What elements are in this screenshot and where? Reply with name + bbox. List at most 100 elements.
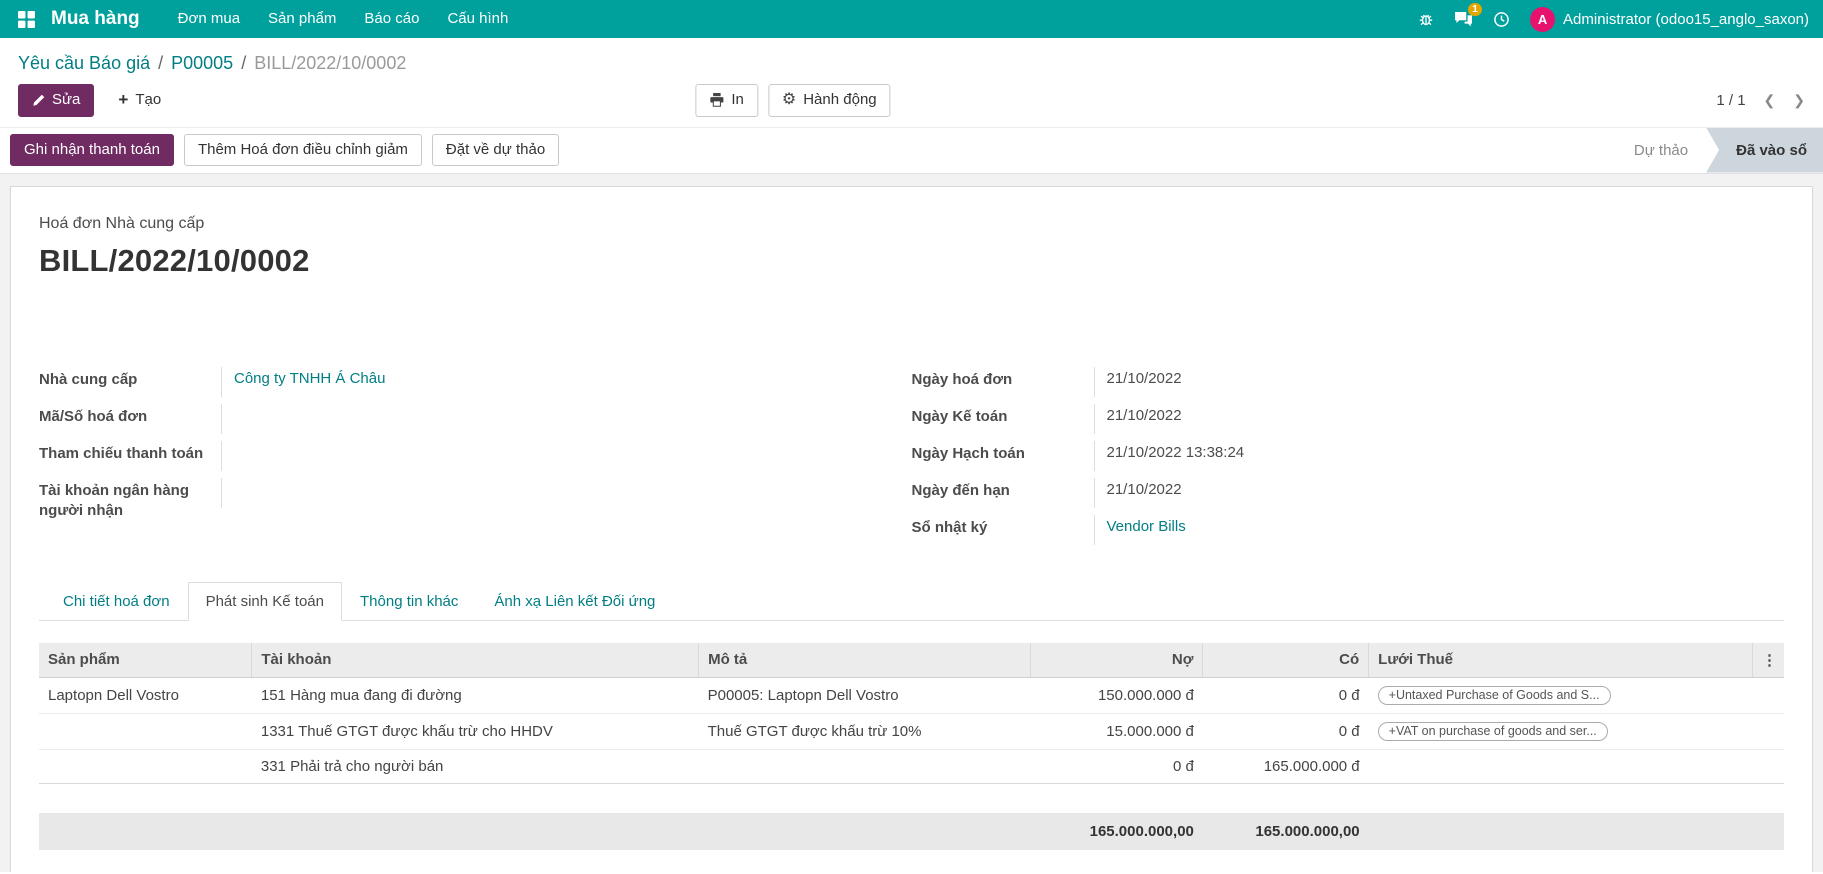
field-recipient-bank: Tài khoản ngân hàng người nhận [39,478,912,525]
cell-debit[interactable]: 0 đ [1030,749,1203,783]
app-name[interactable]: Mua hàng [51,8,140,30]
topbar-left: Mua hàng Đơn mua Sản phẩm Báo cáo Cấu hì… [10,0,522,38]
cell-tax-grid[interactable]: +VAT on purchase of goods and ser... [1369,713,1753,749]
cell-credit[interactable]: 165.000.000 đ [1203,749,1369,783]
field-bill-date-label: Ngày hoá đơn [912,367,1094,393]
menu-don-mua[interactable]: Đơn mua [164,0,254,38]
add-credit-note-button[interactable]: Thêm Hoá đơn điều chỉnh giảm [184,134,422,167]
tab-journal-items[interactable]: Phát sinh Kế toán [188,582,342,621]
tab-counterpart-mapping[interactable]: Ánh xạ Liên kết Đối ứng [476,582,673,621]
field-bill-reference: Mã/Số hoá đơn [39,404,912,441]
tab-other-info[interactable]: Thông tin khác [342,582,476,621]
gear-icon: ⚙ [782,92,796,108]
control-panel: Sửa + Tạo In ⚙ Hành động 1 / 1 ❮ ❯ [0,78,1823,128]
tab-invoice-lines[interactable]: Chi tiết hoá đơn [45,582,188,621]
activities-icon[interactable] [1483,0,1520,38]
field-payment-reference-label: Tham chiếu thanh toán [39,441,221,467]
create-button[interactable]: + Tạo [104,84,175,117]
status-step-posted[interactable]: Đã vào sổ [1706,128,1823,173]
field-vendor-value[interactable]: Công ty TNHH Á Châu [221,367,912,397]
cell-credit[interactable]: 0 đ [1203,713,1369,749]
notebook-tabs: Chi tiết hoá đơn Phát sinh Kế toán Thông… [39,582,1784,621]
breadcrumb-po[interactable]: P00005 [171,53,233,74]
cell-debit[interactable]: 15.000.000 đ [1030,713,1203,749]
debug-icon[interactable] [1408,0,1444,38]
tax-tag: +Untaxed Purchase of Goods and S... [1378,686,1611,705]
breadcrumb-current: BILL/2022/10/0002 [254,53,406,74]
table-row[interactable]: 331 Phải trả cho người bán 0 đ 165.000.0… [39,749,1784,783]
pager-value: 1 / 1 [1716,92,1745,109]
menu-san-pham[interactable]: Sản phẩm [254,0,350,38]
field-vendor: Nhà cung cấp Công ty TNHH Á Châu [39,367,912,404]
column-header-product[interactable]: Sản phẩm [39,643,252,678]
cell-credit[interactable]: 0 đ [1203,677,1369,713]
column-header-debit[interactable]: Nợ [1030,643,1203,678]
optional-columns-icon[interactable]: ⋮ [1753,643,1784,678]
cell-debit[interactable]: 150.000.000 đ [1030,677,1203,713]
journal-items-table: Sản phẩm Tài khoản Mô tả Nợ Có Lưới Thuế… [39,643,1784,851]
field-bill-date-value: 21/10/2022 [1094,367,1785,397]
field-posting-date: Ngày Hạch toán 21/10/2022 13:38:24 [912,441,1785,478]
cell-tax-grid[interactable] [1369,749,1753,783]
cell-tax-grid[interactable]: +Untaxed Purchase of Goods and S... [1369,677,1753,713]
breadcrumb-separator: / [158,53,163,74]
table-totals-row: 165.000.000,00 165.000.000,00 [39,813,1784,850]
cell-description[interactable]: Thuế GTGT được khấu trừ 10% [699,713,1031,749]
column-header-credit[interactable]: Có [1203,643,1369,678]
column-header-account[interactable]: Tài khoản [252,643,699,678]
cell-account[interactable]: 331 Phải trả cho người bán [252,749,699,783]
plus-icon: + [118,93,128,107]
printer-icon [709,93,724,107]
cell-product[interactable] [39,749,252,783]
cell-blank [1753,749,1784,783]
pager-next-icon[interactable]: ❯ [1793,92,1805,109]
breadcrumb-rfq[interactable]: Yêu cầu Báo giá [18,53,150,74]
table-row[interactable]: 1331 Thuế GTGT được khấu trừ cho HHDV Th… [39,713,1784,749]
status-step-draft[interactable]: Dự thảo [1616,128,1706,173]
field-journal-value[interactable]: Vendor Bills [1094,515,1785,545]
cell-product[interactable]: Laptopn Dell Vostro [39,677,252,713]
reset-to-draft-button[interactable]: Đặt về dự thảo [432,134,559,167]
edit-button[interactable]: Sửa [18,84,94,117]
field-payment-reference: Tham chiếu thanh toán [39,441,912,478]
cell-blank [1753,677,1784,713]
messages-icon[interactable]: 1 [1444,0,1483,38]
grid-icon [18,11,35,28]
register-payment-button[interactable]: Ghi nhận thanh toán [10,134,174,167]
field-journal: Sổ nhật ký Vendor Bills [912,515,1785,552]
action-button-label: Hành động [803,92,876,109]
create-button-label: Tạo [135,92,161,109]
field-accounting-date: Ngày Kế toán 21/10/2022 [912,404,1785,441]
total-blank [252,813,699,850]
column-header-tax-grid[interactable]: Lưới Thuế [1369,643,1753,678]
statusbar-buttons: Ghi nhận thanh toán Thêm Hoá đơn điều ch… [10,128,559,173]
pager-previous-icon[interactable]: ❮ [1764,92,1776,109]
action-button[interactable]: ⚙ Hành động [768,84,891,117]
cell-product[interactable] [39,713,252,749]
status-pipeline: Dự thảo Đã vào sổ [1616,128,1823,173]
column-header-description[interactable]: Mô tả [699,643,1031,678]
print-button[interactable]: In [695,84,758,117]
form-view-content: Hoá đơn Nhà cung cấp BILL/2022/10/0002 N… [0,174,1823,872]
document-type-label: Hoá đơn Nhà cung cấp [39,215,1784,233]
avatar: A [1530,7,1555,32]
top-navbar: Mua hàng Đơn mua Sản phẩm Báo cáo Cấu hì… [0,0,1823,38]
breadcrumb-row: Yêu cầu Báo giá / P00005 / BILL/2022/10/… [0,38,1823,78]
table-header-row: Sản phẩm Tài khoản Mô tả Nợ Có Lưới Thuế… [39,643,1784,678]
breadcrumb-separator: / [241,53,246,74]
pager: 1 / 1 ❮ ❯ [1716,92,1805,109]
menu-bao-cao[interactable]: Báo cáo [350,0,433,38]
cell-account[interactable]: 1331 Thuế GTGT được khấu trừ cho HHDV [252,713,699,749]
table-row[interactable]: Laptopn Dell Vostro 151 Hàng mua đang đi… [39,677,1784,713]
field-bill-date: Ngày hoá đơn 21/10/2022 [912,367,1785,404]
cell-blank [1753,713,1784,749]
menu-cau-hinh[interactable]: Cấu hình [433,0,522,38]
apps-menu-icon[interactable] [10,0,43,38]
table-spacer-row [39,783,1784,813]
breadcrumb: Yêu cầu Báo giá / P00005 / BILL/2022/10/… [18,53,1805,74]
total-blank [699,813,1031,850]
cell-description[interactable] [699,749,1031,783]
user-menu[interactable]: A Administrator (odoo15_anglo_saxon) [1520,7,1809,32]
cell-account[interactable]: 151 Hàng mua đang đi đường [252,677,699,713]
cell-description[interactable]: P00005: Laptopn Dell Vostro [699,677,1031,713]
